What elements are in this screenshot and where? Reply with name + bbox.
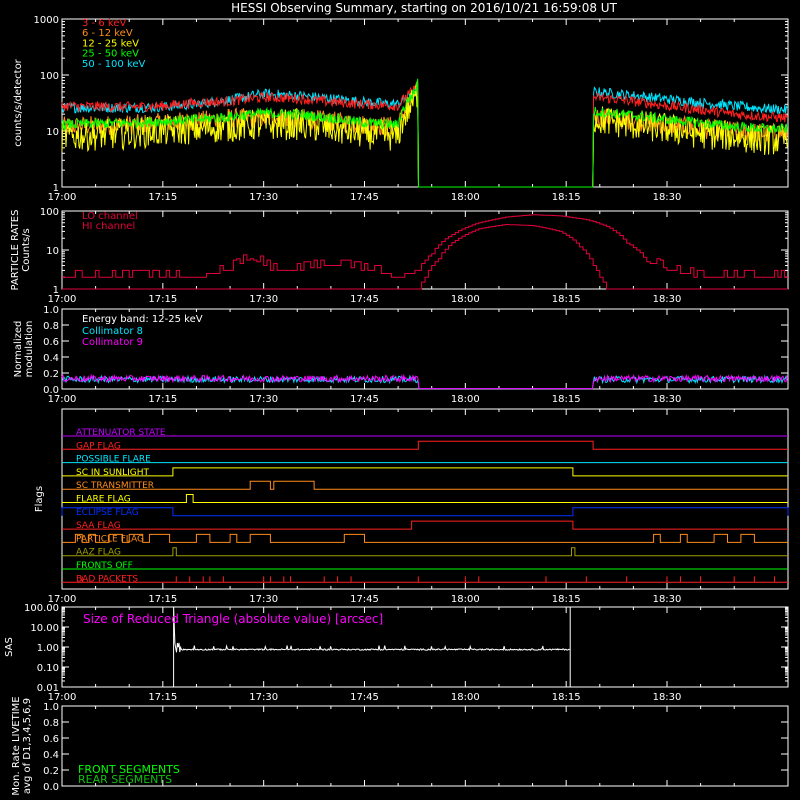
modulation-ylabel2: modulation <box>24 321 35 378</box>
x-tick-label: 18:00 <box>451 192 480 203</box>
series-line-0 <box>62 214 788 278</box>
series-line-3 <box>61 78 788 188</box>
flag-sc-transmitter-line <box>62 480 788 490</box>
flag-gap-flag-line <box>62 440 788 450</box>
y-tick-label: 0.2 <box>43 369 59 380</box>
particle-rates-ylabel: PARTICLE RATES <box>10 210 21 291</box>
flags-ylabel: Flags <box>34 486 45 512</box>
sas-panel: 17:00 17:15 17:30 17:45 18:00 18:15 18:300.010… <box>4 603 789 703</box>
x-tick-label: 18:00 <box>451 294 480 305</box>
chart-title: HESSI Observing Summary, starting on 201… <box>231 1 617 15</box>
x-tick-label: 18:30 <box>653 594 682 605</box>
legend-entry: Collimator 8 <box>82 326 143 337</box>
count-rates-panel: 17:00 17:15 17:30 17:45 18:00 18:15 18:3011010… <box>13 15 789 203</box>
hessi-plot-canvas: HESSI Observing Summary, starting on 201… <box>4 1 789 796</box>
x-tick-label: 17:45 <box>350 594 379 605</box>
y-tick-label: 100 <box>40 207 59 218</box>
flag-flare-flag-line <box>62 494 788 503</box>
x-tick-label: 18:15 <box>552 394 581 405</box>
series-line-1 <box>61 373 788 390</box>
flag-saa-flag-line <box>62 520 788 530</box>
y-tick-label: 0.4 <box>43 750 59 761</box>
y-tick-label: 0.4 <box>43 353 59 364</box>
x-tick-label: 17:30 <box>249 192 278 203</box>
modulation-ylabel: Normalized <box>13 321 24 378</box>
flags-panel: 17:00 17:15 17:30 17:45 18:00 18:15 18:30Flags… <box>34 408 789 605</box>
x-tick-label: 17:15 <box>148 192 177 203</box>
particle-rates-panel: 17:00 17:15 17:30 17:45 18:00 18:15 18:3011010… <box>10 207 789 305</box>
count-rates-ylabel: counts/s/detector <box>13 58 24 146</box>
x-tick-label: 18:30 <box>653 192 682 203</box>
y-tick-label: 0.6 <box>43 337 59 348</box>
y-tick-label: 0.0 <box>43 782 59 793</box>
y-tick-label: 10 <box>46 127 59 138</box>
y-tick-label: 1 <box>53 183 59 194</box>
x-tick-label: 17:45 <box>350 692 379 703</box>
livetime-ylabel: Mon. Rate LIVETIME <box>11 696 22 795</box>
x-tick-label: 18:15 <box>552 192 581 203</box>
hessi-summary: HESSI Observing Summary, starting on 201… <box>0 0 800 800</box>
livetime-panel: 0.0 0.2 0.4 0.6 0.8 1.0 Mon. Rate LIVETIME avg … <box>11 696 789 796</box>
y-tick-label: 1000 <box>34 15 59 26</box>
y-tick-label: 0.8 <box>43 718 59 729</box>
x-tick-label: 17:15 <box>148 594 177 605</box>
y-tick-label: 0.6 <box>43 734 59 745</box>
x-tick-label: 18:30 <box>653 394 682 405</box>
y-tick-label: 0.2 <box>43 766 59 777</box>
x-tick-label: 18:00 <box>451 692 480 703</box>
x-tick-label: 18:00 <box>451 594 480 605</box>
series-line-4 <box>61 81 788 188</box>
y-tick-label: 1.00 <box>37 643 59 654</box>
x-tick-label: 17:45 <box>350 394 379 405</box>
y-tick-label: 0.0 <box>43 385 59 396</box>
flag-particle-flag-line <box>62 533 788 543</box>
y-tick-label: 100.00 <box>24 603 59 614</box>
x-tick-label: 17:30 <box>249 594 278 605</box>
legend-entry: Collimator 9 <box>82 337 143 348</box>
y-tick-label: 1.0 <box>43 702 59 713</box>
x-tick-label: 17:15 <box>148 294 177 305</box>
energy-band-label: Energy band: 12-25 keV <box>82 314 203 325</box>
x-tick-label: 18:15 <box>552 692 581 703</box>
x-tick-label: 17:30 <box>249 394 278 405</box>
flag-eclipse-flag-line <box>61 507 789 517</box>
legend-entry: REAR SEGMENTS <box>78 773 172 786</box>
x-tick-label: 18:30 <box>653 692 682 703</box>
flag-aaz-flag-line <box>62 547 788 557</box>
x-tick-label: 17:45 <box>350 294 379 305</box>
sas-annotation: Size of Reduced Triangle (absolute value… <box>83 612 383 626</box>
x-tick-label: 18:15 <box>552 294 581 305</box>
livetime-ylabel2: avg of D1,3,4,5,6,9 <box>22 698 33 794</box>
flag-sc-in-sunlight-line <box>62 467 788 477</box>
sas-ylabel: SAS <box>4 637 15 657</box>
x-tick-label: 17:15 <box>148 692 177 703</box>
flag-eclipse-flag-label: ECLIPSE FLAG <box>76 508 139 518</box>
y-tick-label: 1 <box>53 285 59 296</box>
particle-rates-ylabel2: Counts/s <box>21 228 32 272</box>
legend-entry: HI channel <box>82 221 135 232</box>
x-tick-label: 18:00 <box>451 394 480 405</box>
y-tick-label: 1.0 <box>43 305 59 316</box>
modulation-panel: 17:00 17:15 17:30 17:45 18:00 18:15 18:300.00.… <box>13 305 789 405</box>
y-tick-label: 100 <box>40 71 59 82</box>
x-tick-label: 18:15 <box>552 594 581 605</box>
y-tick-label: 10.00 <box>30 623 59 634</box>
x-tick-label: 17:30 <box>249 294 278 305</box>
series-line-1 <box>62 224 788 290</box>
y-tick-label: 0.01 <box>37 683 59 694</box>
x-tick-label: 17:30 <box>249 692 278 703</box>
y-tick-label: 0.8 <box>43 321 59 332</box>
x-tick-label: 18:30 <box>653 294 682 305</box>
y-tick-label: 0.10 <box>37 663 59 674</box>
legend-entry: 50 - 100 keV <box>82 59 146 70</box>
x-tick-label: 17:45 <box>350 192 379 203</box>
x-tick-label: 17:15 <box>148 394 177 405</box>
y-tick-label: 10 <box>46 246 59 257</box>
